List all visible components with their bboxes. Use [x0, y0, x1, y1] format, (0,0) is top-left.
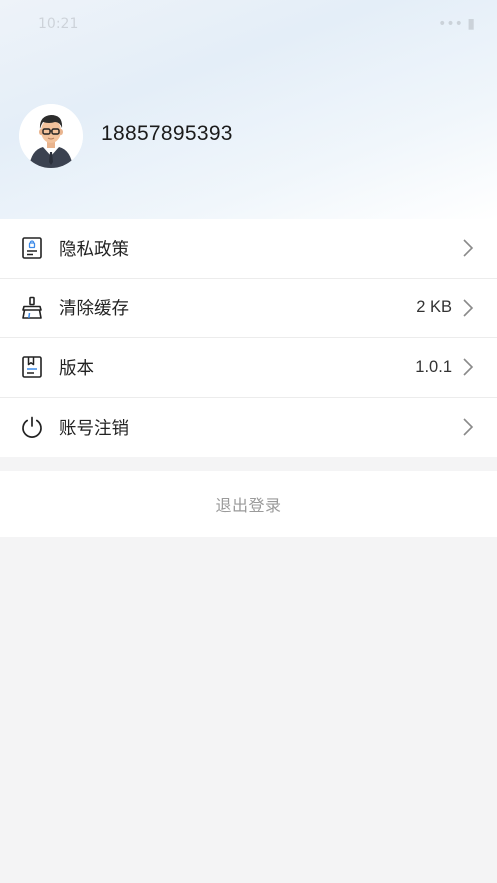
power-icon — [19, 414, 45, 440]
menu-item-clear-cache[interactable]: 清除缓存 2 KB — [0, 279, 497, 338]
version-value: 1.0.1 — [415, 357, 452, 376]
profile-header: 10:21 ••• ▮ 18857895393 — [0, 0, 497, 220]
menu-item-label: 清除缓存 — [59, 299, 129, 320]
user-avatar-icon — [19, 104, 83, 168]
user-phone-number: 18857895393 — [101, 122, 233, 145]
version-book-icon — [19, 354, 45, 380]
chevron-right-icon — [463, 418, 474, 436]
status-indicators: ••• ▮ — [438, 16, 475, 32]
broom-icon — [19, 295, 45, 321]
cache-size-value: 2 KB — [416, 298, 452, 317]
status-time: 10:21 — [38, 16, 79, 32]
chevron-right-icon — [463, 358, 474, 376]
status-bar: 10:21 ••• ▮ — [0, 0, 497, 50]
menu-item-label: 隐私政策 — [59, 239, 129, 260]
menu-item-label: 账号注销 — [59, 418, 129, 439]
menu-item-version[interactable]: 版本 1.0.1 — [0, 338, 497, 398]
menu-item-privacy-policy[interactable]: 隐私政策 — [0, 219, 497, 279]
privacy-policy-icon — [19, 235, 45, 261]
settings-menu: 隐私政策 清除缓存 2 KB 版本 1.0.1 账号注销 — [0, 219, 497, 457]
menu-item-label: 版本 — [59, 358, 94, 379]
chevron-right-icon — [463, 239, 474, 257]
menu-item-account-deletion[interactable]: 账号注销 — [0, 398, 497, 458]
logout-button[interactable]: 退出登录 — [0, 471, 497, 537]
avatar[interactable] — [19, 104, 83, 168]
chevron-right-icon — [463, 299, 474, 317]
logout-label: 退出登录 — [215, 496, 282, 515]
